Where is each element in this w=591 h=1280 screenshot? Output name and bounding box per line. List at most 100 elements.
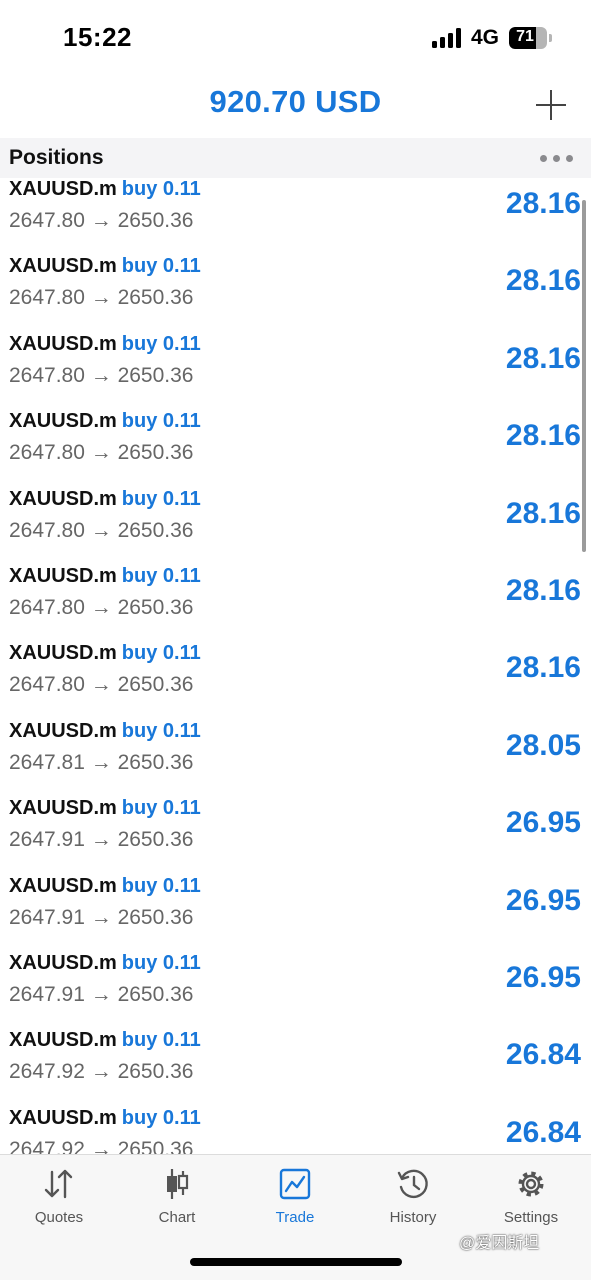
history-clock-icon (397, 1169, 428, 1199)
order-side-volume: buy 0.11 (121, 410, 201, 433)
position-symbol: XAUUSD.m buy 0.11 (9, 720, 201, 743)
order-side-volume: buy 0.11 (121, 178, 201, 200)
position-profit: 28.16 (505, 419, 581, 453)
open-current-prices: 2647.81 → 2650.36 (9, 750, 194, 774)
position-row[interactable]: XAUUSD.m buy 0.11 2647.80 → 2650.36 28.16 (0, 410, 591, 487)
position-row[interactable]: XAUUSD.m buy 0.11 2647.80 → 2650.36 28.16 (0, 488, 591, 565)
position-symbol: XAUUSD.m buy 0.11 (9, 565, 201, 588)
position-symbol: XAUUSD.m buy 0.11 (9, 797, 201, 820)
more-dots-icon[interactable] (538, 155, 574, 163)
gear-icon (518, 1171, 544, 1197)
position-row[interactable]: XAUUSD.m buy 0.11 2647.80 → 2650.36 28.16 (0, 565, 591, 642)
tab-label: Settings (503, 1209, 559, 1226)
positions-list[interactable]: XAUUSD.m buy 0.11 2647.80 → 2650.36 28.16 XA… (0, 178, 591, 1154)
battery-tip (549, 34, 552, 42)
order-side-volume: buy 0.11 (121, 487, 201, 510)
tab-settings[interactable]: Settings (472, 1167, 590, 1237)
order-side-volume: buy 0.11 (121, 952, 201, 974)
order-side-volume: buy 0.11 (121, 565, 201, 587)
position-row[interactable]: XAUUSD.m buy 0.11 2647.91 → 2650.36 26.95 (0, 797, 591, 874)
symbol-name: XAUUSD.m (9, 487, 117, 510)
cellular-signal-icon (432, 28, 464, 48)
position-symbol: XAUUSD.m buy 0.11 (9, 875, 201, 898)
open-current-prices: 2647.92 → 2650.36 (9, 1060, 194, 1084)
plus-icon[interactable] (534, 88, 568, 122)
position-row[interactable]: XAUUSD.m buy 0.11 2647.92 → 2650.36 26.84 (0, 1107, 591, 1154)
open-current-prices: 2647.91 → 2650.36 (9, 905, 194, 929)
tab-history[interactable]: History (354, 1167, 472, 1237)
tab-label: Trade (275, 1209, 315, 1226)
order-side-volume: buy 0.11 (121, 1029, 201, 1052)
position-row[interactable]: XAUUSD.m buy 0.11 2647.80 → 2650.36 28.16 (0, 255, 591, 332)
symbol-name: XAUUSD.m (9, 565, 117, 587)
position-profit: 28.16 (505, 187, 581, 220)
order-side-volume: buy 0.11 (121, 874, 201, 897)
position-row[interactable]: XAUUSD.m buy 0.11 2647.81 → 2650.36 28.05 (0, 720, 591, 797)
list-scrollbar[interactable] (582, 200, 586, 552)
tab-quotes[interactable]: Quotes (0, 1167, 118, 1237)
home-indicator[interactable] (190, 1258, 402, 1266)
candlestick-icon (167, 1169, 189, 1199)
position-profit: 26.84 (505, 1115, 581, 1149)
position-row[interactable]: XAUUSD.m buy 0.11 2647.80 → 2650.36 28.16 (0, 178, 591, 255)
position-symbol: XAUUSD.m buy 0.11 (9, 410, 201, 433)
position-row[interactable]: XAUUSD.m buy 0.11 2647.92 → 2650.36 26.84 (0, 1029, 591, 1106)
position-symbol: XAUUSD.m buy 0.11 (9, 488, 201, 511)
order-side-volume: buy 0.11 (121, 797, 201, 820)
position-symbol: XAUUSD.m buy 0.11 (9, 333, 201, 356)
open-current-prices: 2647.80 → 2650.36 (9, 286, 194, 310)
symbol-name: XAUUSD.m (9, 952, 117, 974)
open-current-prices: 2647.91 → 2650.36 (9, 828, 194, 852)
tab-chart[interactable]: Chart (118, 1167, 236, 1237)
symbol-name: XAUUSD.m (9, 178, 117, 200)
position-row[interactable]: XAUUSD.m buy 0.11 2647.80 → 2650.36 28.16 (0, 333, 591, 410)
position-profit: 28.16 (505, 496, 581, 530)
open-current-prices: 2647.80 → 2650.36 (9, 518, 194, 542)
position-row[interactable]: XAUUSD.m buy 0.11 2647.80 → 2650.36 28.16 (0, 642, 591, 719)
position-profit: 26.95 (505, 883, 581, 917)
open-current-prices: 2647.80 → 2650.36 (9, 209, 194, 232)
position-symbol: XAUUSD.m buy 0.11 (9, 255, 201, 278)
position-symbol: XAUUSD.m buy 0.11 (9, 952, 201, 975)
symbol-name: XAUUSD.m (9, 642, 117, 665)
position-profit: 28.16 (505, 264, 581, 298)
open-current-prices: 2647.80 → 2650.36 (9, 363, 194, 387)
order-side-volume: buy 0.11 (121, 332, 201, 355)
symbol-name: XAUUSD.m (9, 719, 117, 742)
position-symbol: XAUUSD.m buy 0.11 (9, 178, 201, 201)
open-current-prices: 2647.80 → 2650.36 (9, 596, 194, 619)
battery-icon: 71 (509, 27, 547, 49)
position-profit: 28.16 (505, 651, 581, 685)
symbol-name: XAUUSD.m (9, 1029, 117, 1052)
position-profit: 28.05 (505, 728, 581, 762)
position-profit: 26.95 (505, 806, 581, 840)
order-side-volume: buy 0.11 (121, 719, 201, 742)
status-time: 15:22 (63, 22, 132, 52)
position-symbol: XAUUSD.m buy 0.11 (9, 1107, 201, 1130)
symbol-name: XAUUSD.m (9, 255, 117, 278)
symbol-name: XAUUSD.m (9, 1106, 117, 1129)
battery-level: 71 (516, 28, 534, 45)
position-symbol: XAUUSD.m buy 0.11 (9, 642, 201, 665)
order-side-volume: buy 0.11 (121, 255, 201, 278)
symbol-name: XAUUSD.m (9, 874, 117, 897)
tab-trade[interactable]: Trade (236, 1167, 354, 1237)
tab-label: Chart (158, 1209, 196, 1226)
order-side-volume: buy 0.11 (121, 642, 201, 665)
position-profit: 26.95 (505, 961, 581, 994)
open-current-prices: 2647.92 → 2650.36 (9, 1137, 194, 1154)
position-row[interactable]: XAUUSD.m buy 0.11 2647.91 → 2650.36 26.95 (0, 952, 591, 1029)
open-current-prices: 2647.80 → 2650.36 (9, 673, 194, 697)
quotes-arrows-icon (44, 1169, 73, 1199)
open-current-prices: 2647.91 → 2650.36 (9, 983, 194, 1006)
tab-label: History (389, 1209, 437, 1226)
open-current-prices: 2647.80 → 2650.36 (9, 441, 194, 465)
symbol-name: XAUUSD.m (9, 332, 117, 355)
position-profit: 28.16 (505, 341, 581, 375)
position-row[interactable]: XAUUSD.m buy 0.11 2647.91 → 2650.36 26.95 (0, 875, 591, 952)
account-header: 920.70 USD (0, 80, 591, 138)
position-symbol: XAUUSD.m buy 0.11 (9, 1029, 201, 1052)
position-profit: 28.16 (505, 574, 581, 607)
status-bar: 15:22 4G 71 (0, 0, 591, 80)
order-side-volume: buy 0.11 (121, 1106, 201, 1129)
